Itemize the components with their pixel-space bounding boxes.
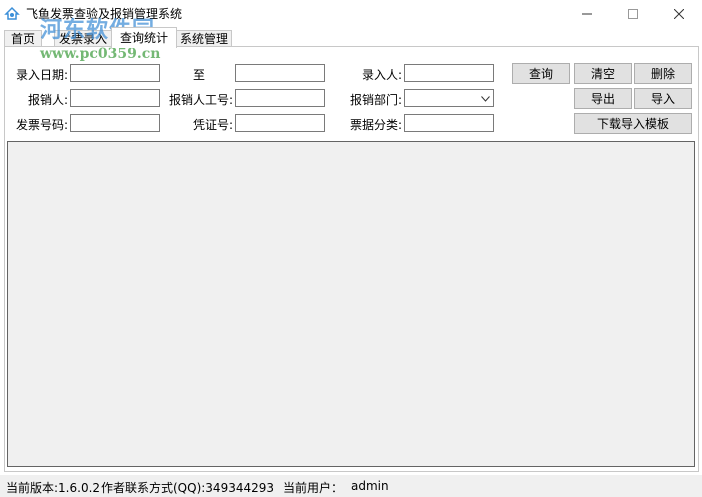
invoice-no-input[interactable] bbox=[70, 114, 160, 132]
reimburser-input[interactable] bbox=[70, 89, 160, 107]
reimburser-label: 报销人: bbox=[27, 93, 68, 107]
entry-date-label: 录入日期: bbox=[15, 68, 68, 82]
current-user-label: 当前用户： bbox=[283, 481, 344, 495]
version-text: 当前版本:1.6.0.2 bbox=[6, 481, 101, 495]
close-button[interactable] bbox=[656, 0, 702, 27]
minimize-button[interactable] bbox=[564, 0, 610, 27]
to-label: 至 bbox=[192, 68, 205, 82]
clear-button[interactable]: 清空 bbox=[574, 63, 632, 84]
status-bar: 当前版本:1.6.0.2 作者联系方式(QQ):349344293 当前用户： … bbox=[0, 475, 702, 497]
results-grid[interactable] bbox=[7, 141, 695, 467]
query-button[interactable]: 查询 bbox=[512, 63, 570, 84]
invoice-no-label: 发票号码: bbox=[15, 118, 68, 132]
maximize-button[interactable] bbox=[610, 0, 656, 27]
voucher-no-label: 凭证号: bbox=[192, 118, 233, 132]
entry-date-from-input[interactable] bbox=[70, 64, 160, 82]
chevron-down-icon bbox=[481, 91, 490, 105]
department-label: 报销部门: bbox=[349, 93, 402, 107]
export-button[interactable]: 导出 bbox=[574, 88, 632, 109]
app-logo-icon bbox=[4, 5, 20, 21]
category-input[interactable] bbox=[404, 114, 494, 132]
reimburser-id-input[interactable] bbox=[235, 89, 325, 107]
delete-button[interactable]: 删除 bbox=[634, 63, 692, 84]
entry-date-to-input[interactable] bbox=[235, 64, 325, 82]
contact-text: 作者联系方式(QQ):349344293 bbox=[101, 481, 275, 495]
download-template-button[interactable]: 下载导入模板 bbox=[574, 113, 692, 134]
category-label: 票据分类: bbox=[349, 118, 402, 132]
reimburser-id-label: 报销人工号: bbox=[168, 93, 233, 107]
tab-query-stats[interactable]: 查询统计 bbox=[111, 27, 177, 48]
tab-home[interactable]: 首页 bbox=[4, 30, 42, 47]
entry-person-label: 录入人: bbox=[361, 68, 402, 82]
import-button[interactable]: 导入 bbox=[634, 88, 692, 109]
voucher-no-input[interactable] bbox=[235, 114, 325, 132]
tab-system-admin[interactable]: 系统管理 bbox=[176, 30, 232, 47]
current-user-value: admin bbox=[351, 479, 389, 493]
watermark-url: www.pc0359.cn bbox=[40, 46, 161, 62]
entry-person-input[interactable] bbox=[404, 64, 494, 82]
department-select[interactable] bbox=[404, 89, 494, 107]
